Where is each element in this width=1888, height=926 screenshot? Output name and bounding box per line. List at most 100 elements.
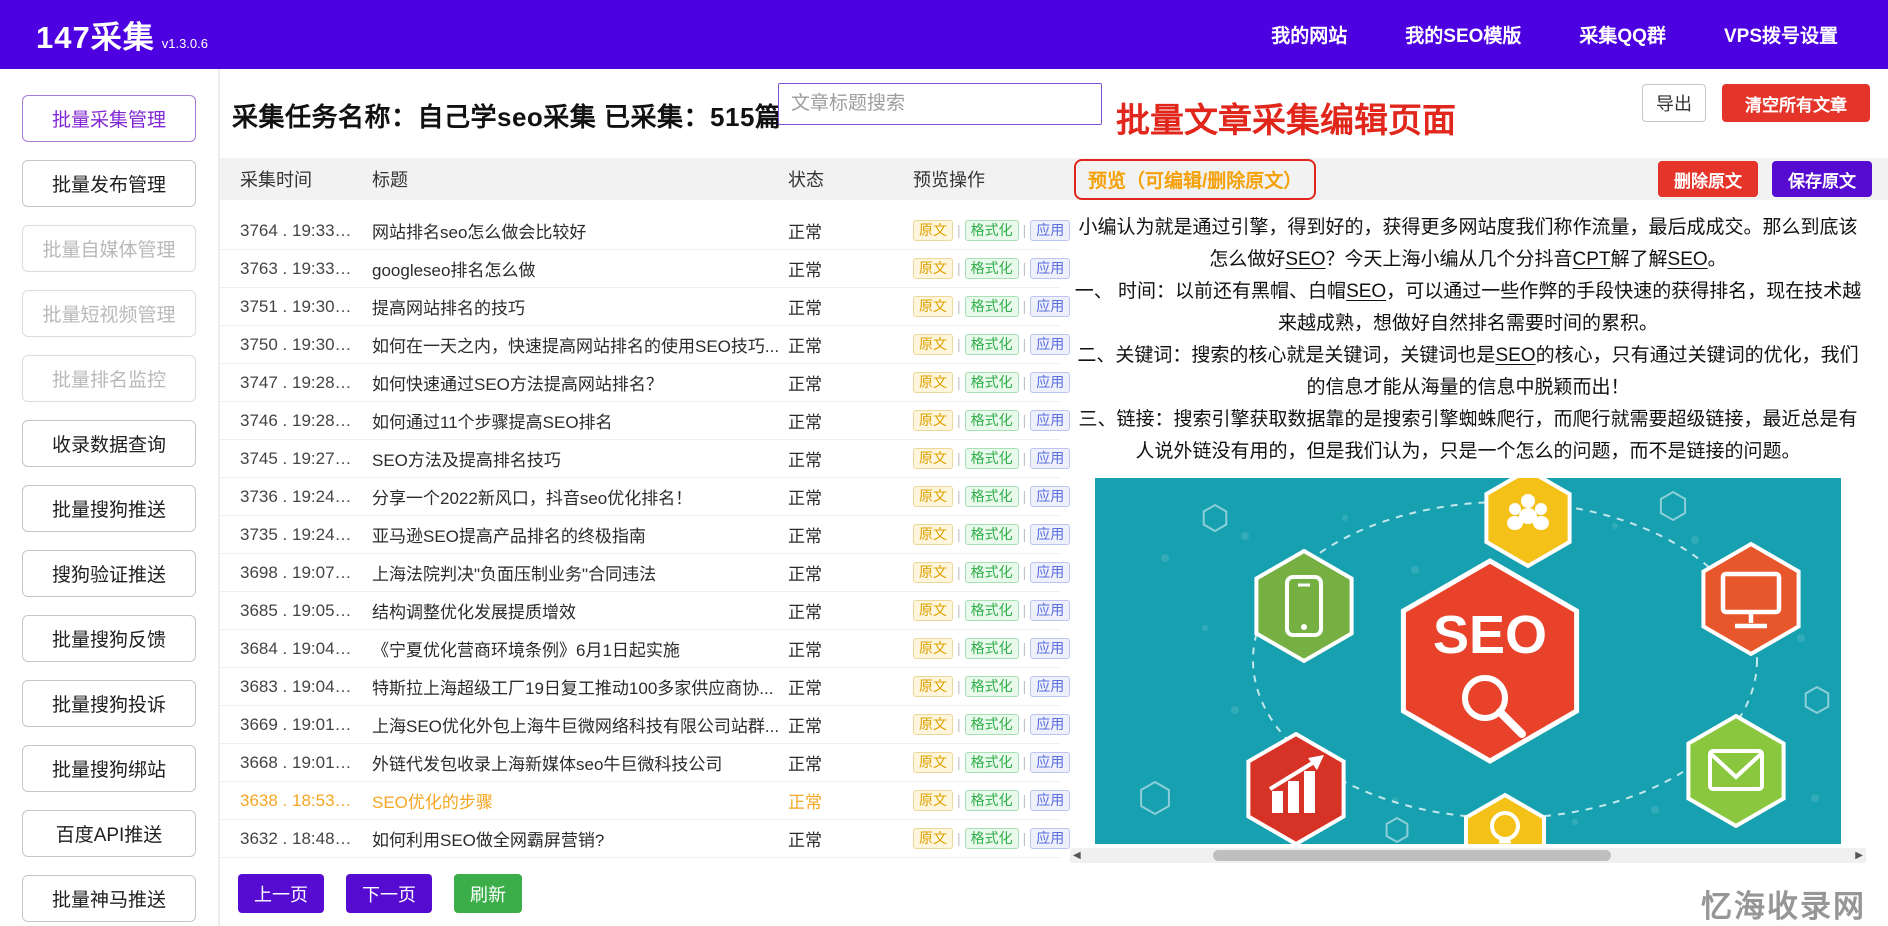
row-title[interactable]: 上海SEO优化外包上海牛巨微网络科技有限公司站群... xyxy=(352,712,780,737)
export-button[interactable]: 导出 xyxy=(1642,84,1706,122)
format-link[interactable]: 格式化 xyxy=(965,524,1019,545)
row-title[interactable]: SEO方法及提高排名技巧 xyxy=(352,446,780,471)
scrollbar-thumb[interactable] xyxy=(1213,850,1611,861)
clear-all-articles-button[interactable]: 清空所有文章 xyxy=(1722,84,1870,122)
row-title[interactable]: 外链代发包收录上海新媒体seo牛巨微科技公司 xyxy=(352,750,780,775)
original-link[interactable]: 原文 xyxy=(913,638,953,659)
row-title[interactable]: 上海法院判决"负面压制业务"合同违法 xyxy=(352,560,780,585)
preview-paragraph: 小编认为就是通过引擎，得到好的，获得更多网站度我们称作流量，最后成成交。那么到底… xyxy=(1070,212,1866,276)
chip-separator: | xyxy=(957,298,961,314)
scroll-left-arrow[interactable]: ◀ xyxy=(1073,848,1081,863)
sidebar-item[interactable]: 批量神马推送 xyxy=(22,875,196,922)
original-link[interactable]: 原文 xyxy=(913,296,953,317)
original-link[interactable]: 原文 xyxy=(913,676,953,697)
original-link[interactable]: 原文 xyxy=(913,828,953,849)
original-link[interactable]: 原文 xyxy=(913,334,953,355)
sidebar-item[interactable]: 批量搜狗推送 xyxy=(22,485,196,532)
column-header: 采集时间 xyxy=(220,166,352,192)
original-link[interactable]: 原文 xyxy=(913,410,953,431)
row-actions: 原文|格式化|应用 xyxy=(892,600,1060,621)
sidebar-item[interactable]: 批量搜狗绑站 xyxy=(22,745,196,792)
sidebar-item[interactable]: 批量发布管理 xyxy=(22,160,196,207)
row-title[interactable]: SEO优化的步骤 xyxy=(352,788,780,813)
sidebar-item[interactable]: 批量采集管理 xyxy=(22,95,196,142)
row-status: 正常 xyxy=(780,256,892,281)
format-link[interactable]: 格式化 xyxy=(965,828,1019,849)
prev-page-button[interactable]: 上一页 xyxy=(238,874,324,913)
table-row: 3750 . 19:30:...如何在一天之内，快速提高网站排名的使用SEO技巧… xyxy=(220,326,1060,364)
next-page-button[interactable]: 下一页 xyxy=(346,874,432,913)
original-link[interactable]: 原文 xyxy=(913,448,953,469)
app-title: 147采集 xyxy=(36,12,155,57)
original-link[interactable]: 原文 xyxy=(913,562,953,583)
sidebar-item[interactable]: 批量搜狗投诉 xyxy=(22,680,196,727)
search-input[interactable] xyxy=(778,83,1102,125)
format-link[interactable]: 格式化 xyxy=(965,334,1019,355)
scroll-right-arrow[interactable]: ▶ xyxy=(1855,848,1863,863)
format-link[interactable]: 格式化 xyxy=(965,258,1019,279)
main-content: 采集任务名称：自己学seo采集 已采集：515篇 批量文章采集编辑页面 导出 清… xyxy=(220,69,1888,926)
row-time: 3698 . 19:07:... xyxy=(220,563,352,583)
format-link[interactable]: 格式化 xyxy=(965,600,1019,621)
row-actions: 原文|格式化|应用 xyxy=(892,220,1060,241)
original-link[interactable]: 原文 xyxy=(913,600,953,621)
row-actions: 原文|格式化|应用 xyxy=(892,828,1060,849)
sidebar-item[interactable]: 批量搜狗反馈 xyxy=(22,615,196,662)
row-title[interactable]: 结构调整优化发展提质增效 xyxy=(352,598,780,623)
chip-separator: | xyxy=(957,564,961,580)
row-title[interactable]: 特斯拉上海超级工厂19日复工推动100多家供应商协... xyxy=(352,674,780,699)
original-link[interactable]: 原文 xyxy=(913,524,953,545)
format-link[interactable]: 格式化 xyxy=(965,790,1019,811)
row-title[interactable]: 如何通过11个步骤提高SEO排名 xyxy=(352,408,780,433)
original-link[interactable]: 原文 xyxy=(913,220,953,241)
preview-text[interactable]: 小编认为就是通过引擎，得到好的，获得更多网站度我们称作流量，最后成成交。那么到底… xyxy=(1070,212,1866,468)
refresh-button[interactable]: 刷新 xyxy=(454,874,522,913)
nav-item[interactable]: 我的网站 xyxy=(1271,21,1347,48)
watermark: 忆海收录网 xyxy=(1701,881,1866,926)
row-title[interactable]: 如何利用SEO做全网霸屏营销? xyxy=(352,826,780,851)
row-actions: 原文|格式化|应用 xyxy=(892,448,1060,469)
original-link[interactable]: 原文 xyxy=(913,372,953,393)
format-link[interactable]: 格式化 xyxy=(965,676,1019,697)
row-title[interactable]: 网站排名seo怎么做会比较好 xyxy=(352,218,780,243)
format-link[interactable]: 格式化 xyxy=(965,486,1019,507)
row-title[interactable]: googleseo排名怎么做 xyxy=(352,256,780,281)
row-title[interactable]: 亚马逊SEO提高产品排名的终极指南 xyxy=(352,522,780,547)
format-link[interactable]: 格式化 xyxy=(965,220,1019,241)
delete-original-button[interactable]: 删除原文 xyxy=(1658,161,1758,197)
original-link[interactable]: 原文 xyxy=(913,486,953,507)
sidebar-item[interactable]: 百度API推送 xyxy=(22,810,196,857)
save-original-button[interactable]: 保存原文 xyxy=(1772,161,1872,197)
original-link[interactable]: 原文 xyxy=(913,258,953,279)
format-link[interactable]: 格式化 xyxy=(965,372,1019,393)
row-status: 正常 xyxy=(780,408,892,433)
format-link[interactable]: 格式化 xyxy=(965,714,1019,735)
nav-item[interactable]: 我的SEO模版 xyxy=(1405,21,1521,48)
format-link[interactable]: 格式化 xyxy=(965,638,1019,659)
seo-graphic-image: SEO xyxy=(1095,478,1841,844)
row-title[interactable]: 如何在一天之内，快速提高网站排名的使用SEO技巧... xyxy=(352,332,780,357)
original-link[interactable]: 原文 xyxy=(913,790,953,811)
nav-item[interactable]: VPS拨号设置 xyxy=(1724,21,1838,48)
original-link[interactable]: 原文 xyxy=(913,752,953,773)
chip-separator: | xyxy=(1023,792,1027,808)
row-title[interactable]: 分享一个2022新风口，抖音seo优化排名！ xyxy=(352,484,780,509)
row-title[interactable]: 《宁夏优化营商环境条例》6月1日起实施 xyxy=(352,636,780,661)
format-link[interactable]: 格式化 xyxy=(965,448,1019,469)
row-time: 3763 . 19:33:... xyxy=(220,259,352,279)
row-time: 3747 . 19:28:... xyxy=(220,373,352,393)
row-time: 3684 . 19:04:... xyxy=(220,639,352,659)
row-title[interactable]: 如何快速通过SEO方法提高网站排名？ xyxy=(352,370,780,395)
format-link[interactable]: 格式化 xyxy=(965,752,1019,773)
original-link[interactable]: 原文 xyxy=(913,714,953,735)
horizontal-scrollbar[interactable]: ◀ ▶ xyxy=(1070,848,1866,863)
sidebar-item[interactable]: 搜狗验证推送 xyxy=(22,550,196,597)
nav-item[interactable]: 采集QQ群 xyxy=(1579,21,1666,48)
sidebar-item[interactable]: 收录数据查询 xyxy=(22,420,196,467)
chip-separator: | xyxy=(957,640,961,656)
format-link[interactable]: 格式化 xyxy=(965,410,1019,431)
format-link[interactable]: 格式化 xyxy=(965,296,1019,317)
format-link[interactable]: 格式化 xyxy=(965,562,1019,583)
chip-separator: | xyxy=(957,526,961,542)
row-title[interactable]: 提高网站排名的技巧 xyxy=(352,294,780,319)
